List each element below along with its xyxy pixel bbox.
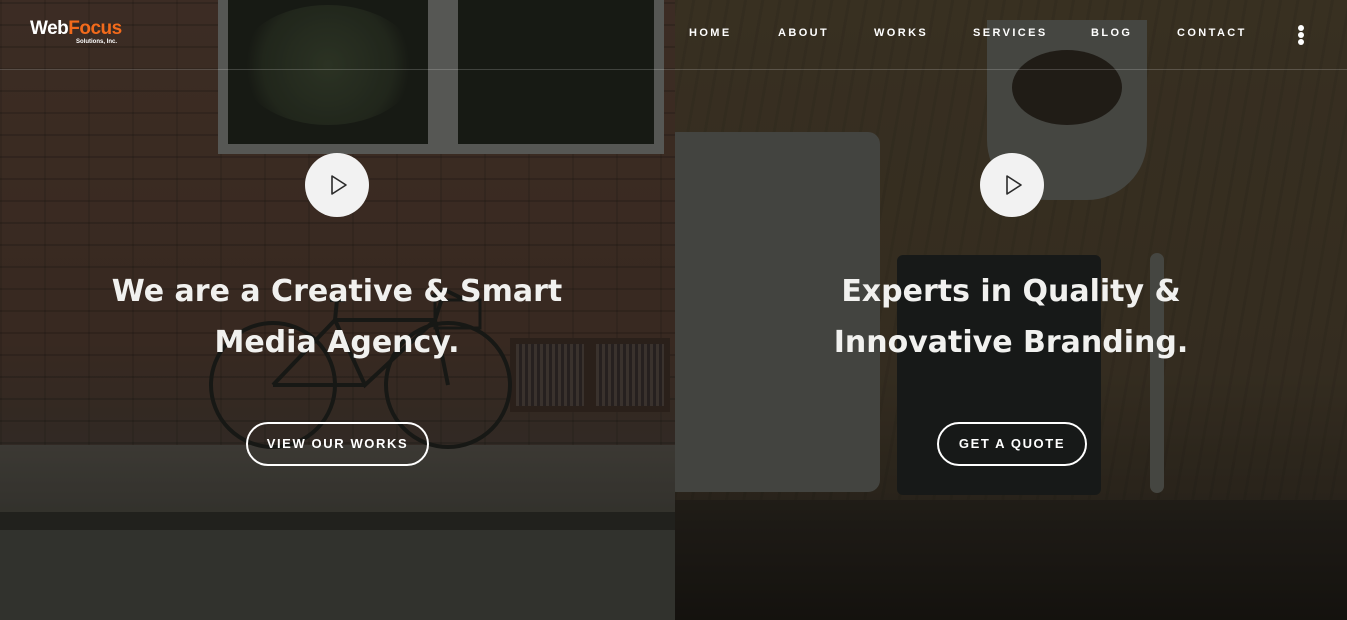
play-button[interactable] xyxy=(305,153,369,217)
headline-line: We are a Creative & Smart xyxy=(111,274,563,309)
headline-line: Experts in Quality & xyxy=(841,274,1181,309)
kebab-menu-icon[interactable] xyxy=(1297,25,1305,45)
nav-item-about[interactable]: ABOUT xyxy=(778,27,829,39)
slide-right-content: Experts in Quality & Innovative Branding… xyxy=(675,0,1347,620)
nav-item-blog[interactable]: BLOG xyxy=(1091,27,1132,39)
view-our-works-button[interactable]: VIEW OUR WORKS xyxy=(246,422,429,466)
nav-item-services[interactable]: SERVICES xyxy=(973,27,1048,39)
play-button[interactable] xyxy=(980,153,1044,217)
hero-headline: Experts in Quality & Innovative Branding… xyxy=(731,266,1291,368)
hero-headline: We are a Creative & Smart Media Agency. xyxy=(57,266,617,368)
nav-item-contact[interactable]: CONTACT xyxy=(1177,27,1247,39)
nav-item-works[interactable]: WORKS xyxy=(874,27,928,39)
play-icon xyxy=(331,175,347,195)
play-icon xyxy=(1006,175,1022,195)
slide-left-content: We are a Creative & Smart Media Agency. … xyxy=(0,0,675,620)
main-nav: HOME ABOUT WORKS SERVICES BLOG CONTACT xyxy=(0,27,1347,43)
nav-item-home[interactable]: HOME xyxy=(689,27,732,39)
headline-line: Innovative Branding. xyxy=(833,325,1189,360)
headline-line: Media Agency. xyxy=(214,325,460,360)
hero-split: We are a Creative & Smart Media Agency. … xyxy=(0,0,1347,620)
get-a-quote-button[interactable]: GET A QUOTE xyxy=(937,422,1087,466)
site-header: WebFocus Solutions, Inc. HOME ABOUT WORK… xyxy=(0,0,1347,70)
